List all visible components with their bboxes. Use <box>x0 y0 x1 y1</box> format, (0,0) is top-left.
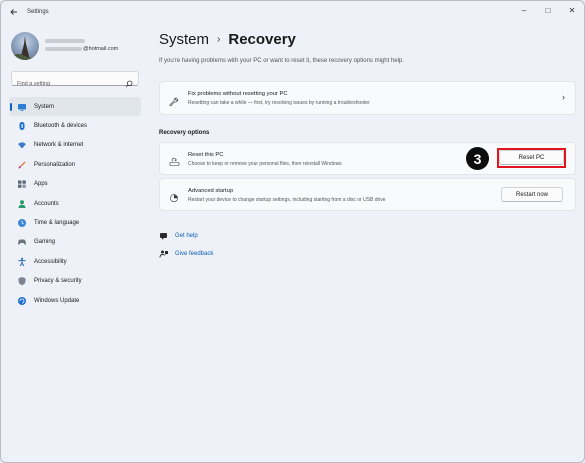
advanced-startup-desc: Restart your device to change startup se… <box>188 197 386 203</box>
intro-text: If you're having problems with your PC o… <box>159 58 404 64</box>
search-box[interactable] <box>11 71 139 91</box>
sidebar-item-label: Bluetooth & devices <box>34 123 88 130</box>
advanced-startup-title: Advanced startup <box>188 188 234 194</box>
fix-problems-card[interactable]: Fix problems without resetting your PC R… <box>159 81 576 115</box>
sidebar: @hotmail.com System Bluetooth & devices <box>1 27 149 462</box>
brush-icon <box>17 160 27 170</box>
chevron-right-icon: › <box>562 92 565 102</box>
sidebar-item-accessibility[interactable]: Accessibility <box>9 252 141 271</box>
gamepad-icon <box>17 237 27 247</box>
wrench-icon <box>169 94 179 107</box>
back-arrow-icon[interactable] <box>9 7 21 19</box>
feedback-icon <box>159 249 169 259</box>
accounts-icon <box>17 199 27 209</box>
email-suffix: @hotmail.com <box>83 46 119 52</box>
minimize-button[interactable]: – <box>512 1 536 19</box>
main-content: System › Recovery If you're having probl… <box>159 27 577 462</box>
sidebar-item-personalization[interactable]: Personalization <box>9 155 141 174</box>
breadcrumb-parent[interactable]: System <box>159 31 209 48</box>
reset-pc-icon <box>169 154 180 166</box>
help-links: Get help Give feedback <box>159 227 213 263</box>
search-icon[interactable] <box>125 75 133 88</box>
sidebar-item-label: Personalization <box>34 161 76 168</box>
sidebar-item-label: Gaming <box>34 239 56 246</box>
fix-problems-desc: Resetting can take a while — first, try … <box>188 100 370 106</box>
reset-pc-title: Reset this PC <box>188 152 224 158</box>
get-help-label[interactable]: Get help <box>175 233 198 239</box>
sidebar-item-apps[interactable]: Apps <box>9 175 141 194</box>
give-feedback-link[interactable]: Give feedback <box>159 245 213 263</box>
fix-problems-title: Fix problems without resetting your PC <box>188 91 288 97</box>
bluetooth-icon <box>17 121 27 131</box>
search-input[interactable] <box>12 77 122 91</box>
advanced-startup-icon <box>169 190 179 203</box>
avatar[interactable] <box>11 32 39 60</box>
maximize-button[interactable]: □ <box>536 1 560 19</box>
sidebar-item-label: Network & internet <box>34 142 84 149</box>
accessibility-icon <box>17 257 27 267</box>
settings-window: Settings – □ ✕ @hotmail.com Find a setti… <box>0 0 585 463</box>
wifi-icon <box>17 140 27 150</box>
give-feedback-label[interactable]: Give feedback <box>175 251 213 257</box>
breadcrumb: System › Recovery <box>159 31 296 48</box>
sidebar-item-accounts[interactable]: Accounts <box>9 194 141 213</box>
apps-icon <box>17 179 27 189</box>
sidebar-item-label: System <box>34 103 55 110</box>
email-redacted <box>45 47 82 51</box>
breadcrumb-separator: › <box>217 34 221 45</box>
user-email: @hotmail.com <box>45 46 118 52</box>
title-bar: Settings – □ ✕ <box>1 1 584 27</box>
sidebar-item-label: Apps <box>34 181 48 188</box>
globe-clock-icon <box>17 218 27 228</box>
user-name-redacted <box>45 39 85 43</box>
sidebar-item-network[interactable]: Network & internet <box>9 136 141 155</box>
shield-icon <box>17 276 27 286</box>
sidebar-item-bluetooth[interactable]: Bluetooth & devices <box>9 116 141 135</box>
window-controls: – □ ✕ <box>512 1 584 19</box>
sidebar-item-gaming[interactable]: Gaming <box>9 233 141 252</box>
sidebar-nav: System Bluetooth & devices Network & int… <box>9 97 141 310</box>
recovery-options-heading: Recovery options <box>159 130 210 136</box>
sidebar-item-label: Time & language <box>34 220 80 227</box>
update-icon <box>17 296 27 306</box>
highlight-box <box>497 148 566 168</box>
app-title: Settings <box>27 9 49 15</box>
help-icon <box>159 231 169 241</box>
sidebar-item-system[interactable]: System <box>9 97 141 117</box>
close-button[interactable]: ✕ <box>560 1 584 19</box>
sidebar-item-label: Privacy & security <box>34 278 82 285</box>
get-help-link[interactable]: Get help <box>159 227 213 245</box>
page-title: Recovery <box>228 31 296 48</box>
sidebar-item-label: Accessibility <box>34 258 67 265</box>
system-icon <box>17 102 27 112</box>
sidebar-item-label: Accounts <box>34 200 59 207</box>
sidebar-item-privacy-security[interactable]: Privacy & security <box>9 272 141 291</box>
step-badge: 3 <box>466 147 489 170</box>
reset-pc-desc: Choose to keep or remove your personal f… <box>188 161 342 167</box>
restart-now-button[interactable]: Restart now <box>501 187 563 202</box>
sidebar-item-time-language[interactable]: Time & language <box>9 213 141 232</box>
sidebar-item-windows-update[interactable]: Windows Update <box>9 291 141 310</box>
sidebar-item-label: Windows Update <box>34 297 80 304</box>
